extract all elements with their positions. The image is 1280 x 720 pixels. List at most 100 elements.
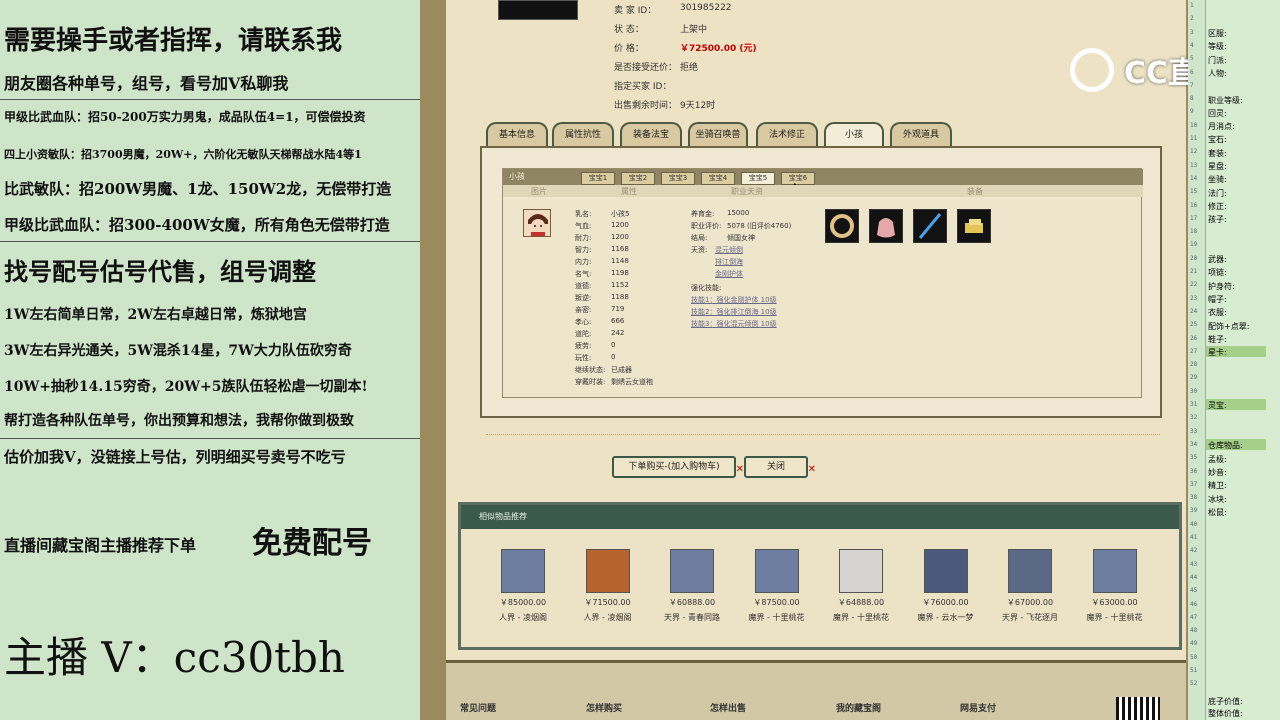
sheet-label: 星卡: [1208, 348, 1227, 358]
attribute-label: 穿戴时装: [575, 378, 606, 386]
character-thumbnail [498, 0, 578, 20]
character-portrait[interactable] [1092, 549, 1137, 593]
recommend-item[interactable]: ￥85000.00 人界 - 凌烟阁 [481, 549, 565, 623]
time-label: 出售剩余时间： [614, 101, 678, 111]
tab-attributes[interactable]: 属性抗性 [552, 122, 614, 146]
sheet-label: 法门: [1208, 188, 1227, 198]
attribute-value: 剩绣云女道袍 [611, 378, 653, 386]
recommend-item[interactable]: ￥87500.00 魔界 - 十里桃花 [735, 549, 819, 623]
tab-spells[interactable]: 法术修正 [756, 122, 818, 146]
tab-baby-2[interactable]: 宝宝2 [621, 172, 655, 185]
tab-child[interactable]: 小孩 [824, 122, 884, 146]
attribute-row: 疲劳: 0 [575, 341, 615, 351]
time-row: 出售剩余时间： 9天12时 [614, 98, 715, 111]
tab-baby-4[interactable]: 宝宝4 [701, 172, 735, 185]
streamer-overlay: 需要操手或者指挥，请联系我 朋友圈各种单号，组号，看号加Ⅴ私聊我 甲级比武血队：… [0, 0, 420, 720]
attribute-value: 0 [611, 341, 616, 349]
row-number: 39 [1190, 507, 1198, 515]
sheet-label: 松鼠: [1208, 507, 1227, 517]
sheet-label: 衣服: [1208, 308, 1227, 318]
recommend-item[interactable]: ￥63000.00 魔界 - 十里桃花 [1073, 549, 1157, 623]
attribute-row: 乳名: 小孩5 [575, 209, 629, 219]
attribute-row: 气血: 1200 [575, 221, 629, 231]
attribute-row: 道德: 1152 [575, 281, 629, 291]
tab-baby-3[interactable]: 宝宝3 [661, 172, 695, 185]
recommend-item[interactable]: ￥76000.00 魔界 - 云水一梦 [904, 549, 988, 623]
recommend-price: ￥63000.00 [1091, 598, 1138, 607]
row-number: 6 [1190, 68, 1194, 76]
attribute-label: 智力: [575, 246, 592, 254]
tab-baby-5[interactable]: 宝宝5 [741, 172, 775, 185]
recommend-item[interactable]: ￥67000.00 天界 - 飞花逐月 [988, 549, 1072, 623]
sheet-label: 项链: [1208, 268, 1227, 278]
recommend-server: 人界 - 凌烟阁 [499, 613, 547, 622]
sheet-label: 底子价值: [1208, 697, 1243, 706]
buyer-label: 指定买家 ID： [614, 82, 672, 92]
character-portrait[interactable] [670, 549, 714, 593]
site-footer: 常见问题 怎样购买 怎样出售 我的藏宝阁 网易支付 [446, 660, 1186, 720]
tab-baby-1[interactable]: 宝宝1 [581, 172, 615, 185]
attribute-value: 1200 [611, 233, 629, 241]
sheet-label: 人物: [1208, 68, 1227, 78]
attribute-label: 孝心: [575, 318, 592, 326]
skill-link[interactable]: 排江倒海 [715, 257, 743, 267]
character-portrait[interactable] [585, 549, 630, 593]
ending-label: 结局: [691, 234, 708, 242]
bracelet-icon[interactable] [825, 209, 859, 243]
row-number: 44 [1190, 573, 1198, 581]
overlay-line: 免费配号 [252, 526, 372, 561]
tab-mounts[interactable]: 坐骑召唤兽 [688, 122, 748, 146]
attribute-row: 耐力: 1200 [575, 233, 629, 243]
attribute-label: 叛逆: [575, 294, 592, 302]
child-avatar [523, 209, 551, 237]
ingot-icon[interactable] [957, 209, 991, 243]
enhance-link[interactable]: 技能1：强化金刚护体 10级 [691, 295, 777, 305]
recommend-item[interactable]: ￥64888.00 魔界 - 十里桃花 [819, 549, 903, 623]
footer-link[interactable]: 我的藏宝阁 [836, 701, 881, 714]
row-number: 24 [1190, 307, 1198, 315]
sheet-label: 帽子: [1208, 295, 1227, 304]
tab-basic-info[interactable]: 基本信息 [486, 122, 548, 146]
buy-button[interactable]: 下单购买-(加入购物车) ✕ [612, 456, 744, 478]
sheet-label: 配饰+点翠: [1208, 321, 1250, 331]
footer-link[interactable]: 怎样购买 [586, 701, 622, 714]
recommend-server: 魔界 - 十里桃花 [833, 613, 889, 622]
recommend-price: ￥87500.00 [753, 598, 800, 607]
bargain-value: 拒绝 [680, 63, 699, 73]
overlay-line: 甲级比武血队：招50-200万实力男鬼，成品队伍4=1，可偿偿投资 [4, 110, 366, 124]
row-numbers: 1 2 3 4 5 6 7 8 9 10 11 12 13 14 15 16 17 18 19 20 21 22 23 24 2… [1188, 0, 1206, 720]
character-portrait[interactable] [839, 549, 883, 593]
attribute-row: 孝心: 666 [575, 317, 624, 327]
recommend-item[interactable]: ￥60888.00 天界 - 青春同路 [650, 549, 734, 623]
sheet-label: 区服: [1208, 29, 1227, 38]
skill-link[interactable]: 金刚护体 [715, 269, 743, 279]
attribute-value: 666 [611, 317, 625, 325]
row-number: 9 [1190, 108, 1194, 116]
score-value: 5078 (旧评价4760) [727, 222, 792, 230]
tab-equipment[interactable]: 装备法宝 [620, 122, 682, 146]
footer-link[interactable]: 怎样出售 [710, 701, 746, 714]
seller-row: 卖 家 ID： 301985222 [614, 3, 732, 16]
sheet-label: 宝石: [1208, 135, 1227, 145]
attribute-value: 242 [611, 329, 625, 337]
character-portrait[interactable] [1008, 549, 1052, 593]
tab-appearance[interactable]: 外观道具 [890, 122, 952, 146]
footer-link[interactable]: 常见问题 [460, 701, 496, 714]
sword-icon[interactable] [913, 209, 947, 243]
character-portrait[interactable] [501, 549, 545, 593]
child-bar-title: 小孩 [509, 172, 525, 181]
footer-link[interactable]: 网易支付 [960, 701, 996, 714]
close-mark-icon: ✕ [807, 464, 816, 475]
row-number: 21 [1190, 268, 1198, 275]
character-portrait[interactable] [923, 549, 968, 593]
row-number: 37 [1190, 480, 1198, 488]
row-number: 13 [1190, 161, 1198, 169]
enhance-link[interactable]: 技能2：强化排江倒海 10级 [691, 307, 777, 317]
recommend-item[interactable]: ￥71500.00 人界 - 凌烟阁 [566, 549, 650, 623]
time-value: 9天12时 [680, 101, 716, 111]
enhance-link[interactable]: 技能3：强化混元倾倒 10级 [691, 319, 777, 329]
skill-link[interactable]: 混元倾倒 [715, 245, 743, 255]
character-portrait[interactable] [754, 549, 799, 593]
close-button[interactable]: 关闭 ✕ [744, 456, 816, 478]
pouch-icon[interactable] [869, 209, 903, 243]
